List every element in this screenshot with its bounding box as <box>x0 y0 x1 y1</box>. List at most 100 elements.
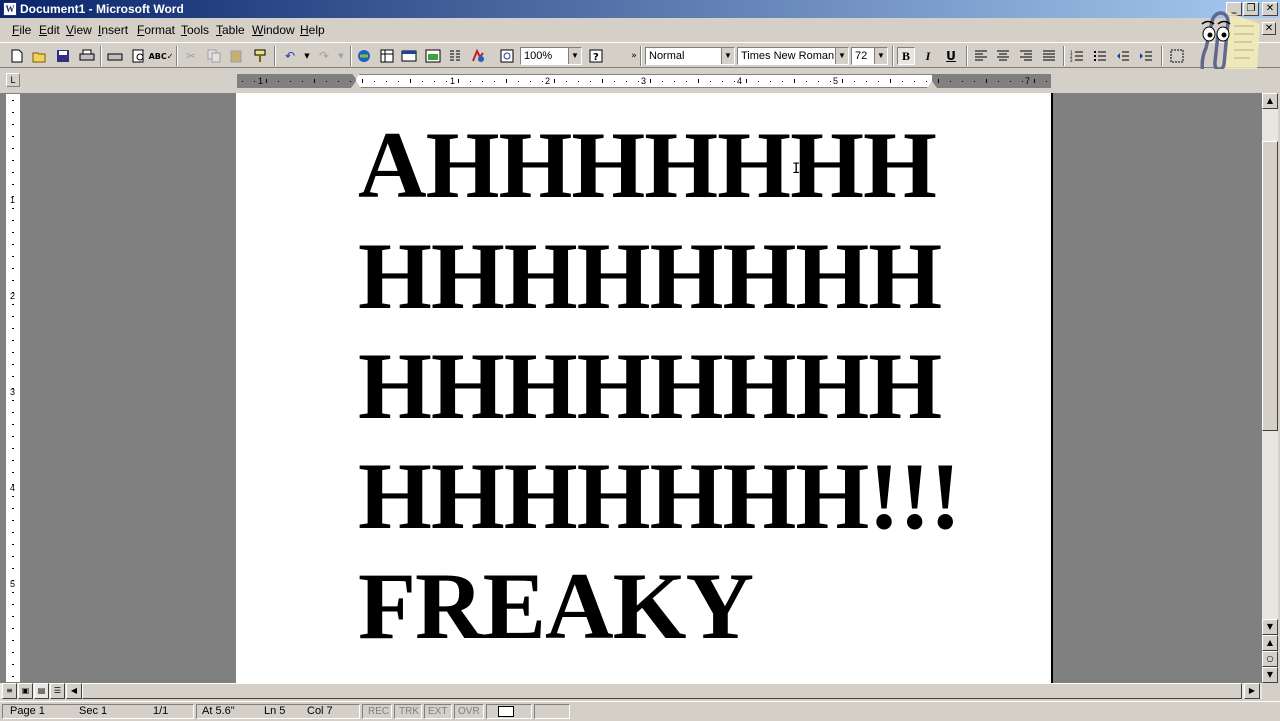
vertical-ruler[interactable]: 1 2 3 4 5 <box>5 93 21 683</box>
scroll-thumb[interactable] <box>1262 141 1278 431</box>
scroll-right-icon[interactable]: ▶ <box>1244 683 1260 699</box>
scroll-left-icon[interactable]: ◀ <box>66 683 82 699</box>
text-line[interactable]: AHHHHHHH <box>358 118 937 213</box>
status-ext[interactable]: EXT <box>428 705 447 718</box>
document-page[interactable]: AHHHHHHH HHHHHHHH HHHHHHHH HHHHHHH!!! FR… <box>236 93 1053 683</box>
next-page-icon[interactable]: ▼ <box>1262 667 1278 683</box>
select-browse-object-icon[interactable]: ○ <box>1262 651 1278 667</box>
numbering-icon[interactable]: 123 <box>1068 47 1086 65</box>
insert-table-icon[interactable] <box>400 47 418 65</box>
menu-window[interactable]: Window <box>252 23 295 37</box>
save-icon[interactable] <box>54 47 72 65</box>
paste-icon[interactable] <box>228 47 246 65</box>
scroll-up-icon[interactable]: ▲ <box>1262 93 1278 109</box>
ruler-number: 7 <box>1025 76 1031 86</box>
horizontal-ruler[interactable]: 1 1 2 3 4 5 7 <box>237 72 1051 88</box>
document-map-icon[interactable] <box>498 47 516 65</box>
ruler-tick <box>12 496 14 497</box>
word-app-icon[interactable]: W <box>3 2 17 16</box>
ruler-tick <box>950 81 951 82</box>
chevron-down-icon[interactable]: ▼ <box>874 48 887 64</box>
first-line-indent-marker[interactable] <box>351 72 361 79</box>
ruler-tick <box>12 568 14 569</box>
bullets-icon[interactable] <box>1091 47 1109 65</box>
left-indent-marker[interactable] <box>351 81 361 88</box>
redo-dropdown-icon[interactable]: ▼ <box>332 47 350 65</box>
copy-icon[interactable] <box>205 47 223 65</box>
columns-icon[interactable] <box>446 47 464 65</box>
print-icon[interactable] <box>78 47 96 65</box>
menu-insert[interactable]: Insert <box>98 23 128 37</box>
status-trk[interactable]: TRK <box>399 705 419 718</box>
italic-button[interactable]: I <box>919 47 937 65</box>
scroll-down-icon[interactable]: ▼ <box>1262 619 1278 635</box>
underline-button[interactable]: U <box>942 47 960 65</box>
justify-icon[interactable] <box>1040 47 1058 65</box>
ruler-tick <box>314 79 315 83</box>
align-left-icon[interactable] <box>972 47 990 65</box>
drawing-icon[interactable] <box>469 47 487 65</box>
undo-dropdown-icon[interactable]: ▼ <box>298 47 316 65</box>
chevron-down-icon[interactable]: ▼ <box>835 48 848 64</box>
document-workspace: 1 2 3 4 5 AHHHHHHH HHHHHHHH HHHHHHHH HHH… <box>0 93 1262 683</box>
tab-selector[interactable]: L <box>6 73 20 87</box>
previous-page-icon[interactable]: ▲ <box>1262 635 1278 651</box>
vertical-scrollbar[interactable]: ▲ ▼ ▲ ○ ▼ <box>1262 93 1278 683</box>
hyperlink-icon[interactable] <box>355 47 373 65</box>
spelling-status-icon[interactable] <box>498 706 514 717</box>
zoom-select[interactable]: 100% ▼ <box>520 47 582 65</box>
ruler-tick <box>12 160 14 161</box>
ruler-tick <box>458 79 459 83</box>
right-indent-marker[interactable] <box>927 81 937 88</box>
font-select[interactable]: Times New Roman ▼ <box>737 47 849 65</box>
ruler-tick <box>12 244 14 245</box>
menu-tools[interactable]: Tools <box>181 23 209 37</box>
menu-file[interactable]: File <box>12 23 31 37</box>
redo-icon[interactable]: ↷ <box>315 47 333 65</box>
menu-view[interactable]: View <box>66 23 92 37</box>
align-center-icon[interactable] <box>994 47 1012 65</box>
web-layout-icon[interactable]: ▣ <box>18 683 33 699</box>
search-preview-icon[interactable] <box>130 47 148 65</box>
spelling-icon[interactable]: ABC✓ <box>149 47 174 65</box>
format-painter-icon[interactable] <box>251 47 269 65</box>
scroll-thumb[interactable] <box>82 683 1242 699</box>
document-close-button[interactable]: ✕ <box>1262 22 1276 35</box>
insert-excel-icon[interactable] <box>424 47 442 65</box>
horizontal-scrollbar[interactable]: ≡ ▣ ▤ ☰ ◀ ▶ <box>0 683 1262 699</box>
font-size-select[interactable]: 72 ▼ <box>851 47 888 65</box>
print-preview-icon[interactable] <box>106 47 124 65</box>
increase-indent-icon[interactable] <box>1137 47 1155 65</box>
menu-edit[interactable]: Edit <box>39 23 60 37</box>
text-line[interactable]: HHHHHHHH <box>358 339 942 434</box>
help-icon[interactable]: ? <box>587 47 605 65</box>
normal-view-icon[interactable]: ≡ <box>2 683 17 699</box>
ruler-tick <box>12 604 14 605</box>
tables-borders-icon[interactable] <box>378 47 396 65</box>
bold-button[interactable]: B <box>897 47 915 65</box>
close-button[interactable]: ✕ <box>1262 2 1278 16</box>
status-rec[interactable]: REC <box>368 705 389 718</box>
undo-icon[interactable]: ↶ <box>281 47 299 65</box>
status-ovr[interactable]: OVR <box>458 705 480 718</box>
open-icon[interactable] <box>31 47 49 65</box>
align-right-icon[interactable] <box>1017 47 1035 65</box>
ruler-tick <box>806 81 807 82</box>
text-line[interactable]: FREAKY <box>358 559 754 654</box>
border-icon[interactable] <box>1168 47 1186 65</box>
menu-table[interactable]: Table <box>216 23 245 37</box>
print-layout-icon[interactable]: ▤ <box>34 683 49 699</box>
new-icon[interactable] <box>8 47 26 65</box>
chevron-down-icon[interactable]: ▼ <box>568 48 581 64</box>
ruler-tick <box>242 81 243 82</box>
menu-help[interactable]: Help <box>300 23 325 37</box>
text-line[interactable]: HHHHHHH!!! <box>358 449 961 544</box>
text-line[interactable]: HHHHHHHH <box>358 229 942 324</box>
menu-format[interactable]: Format <box>137 23 175 37</box>
chevron-down-icon[interactable]: ▼ <box>721 48 734 64</box>
ruler-tick <box>12 556 14 557</box>
outline-view-icon[interactable]: ☰ <box>50 683 65 699</box>
style-select[interactable]: Normal ▼ <box>645 47 735 65</box>
decrease-indent-icon[interactable] <box>1114 47 1132 65</box>
cut-icon[interactable]: ✂ <box>182 47 200 65</box>
